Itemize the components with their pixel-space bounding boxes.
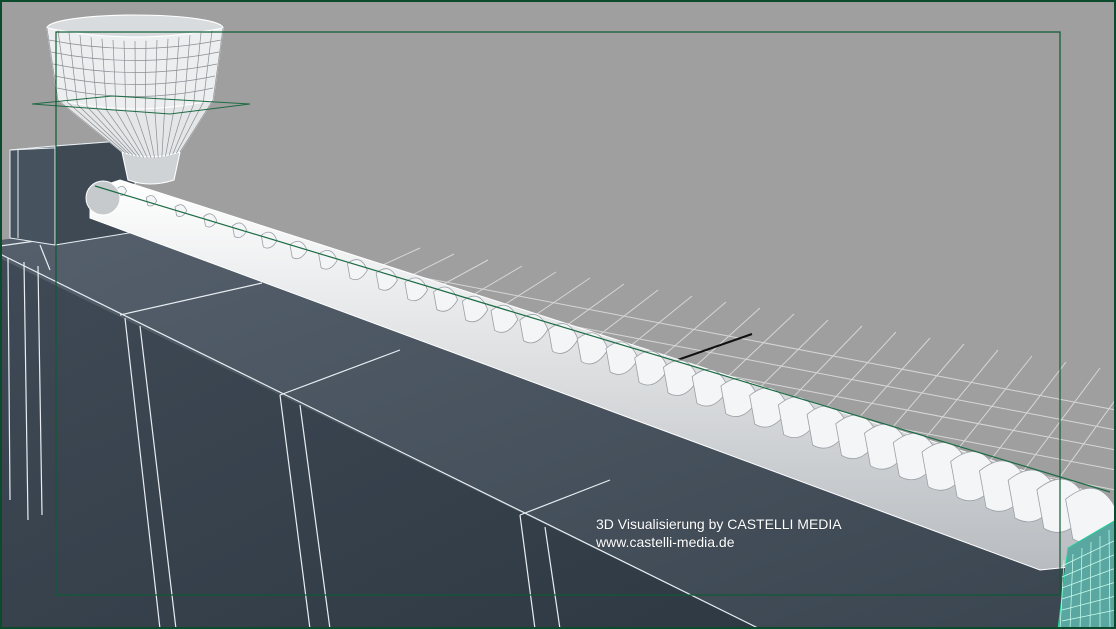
viewport-scene <box>0 0 1116 629</box>
hopper-wire <box>134 40 136 113</box>
3d-viewport[interactable]: 3D Visualisierung by CASTELLI MEDIA www.… <box>0 0 1116 629</box>
motor-block-front <box>9 145 56 246</box>
barrel-end-cap <box>85 180 121 216</box>
hopper-neck <box>121 151 181 185</box>
watermark-title: 3D Visualisierung by CASTELLI MEDIA <box>596 516 842 532</box>
watermark-url: www.castelli-media.de <box>596 534 735 550</box>
